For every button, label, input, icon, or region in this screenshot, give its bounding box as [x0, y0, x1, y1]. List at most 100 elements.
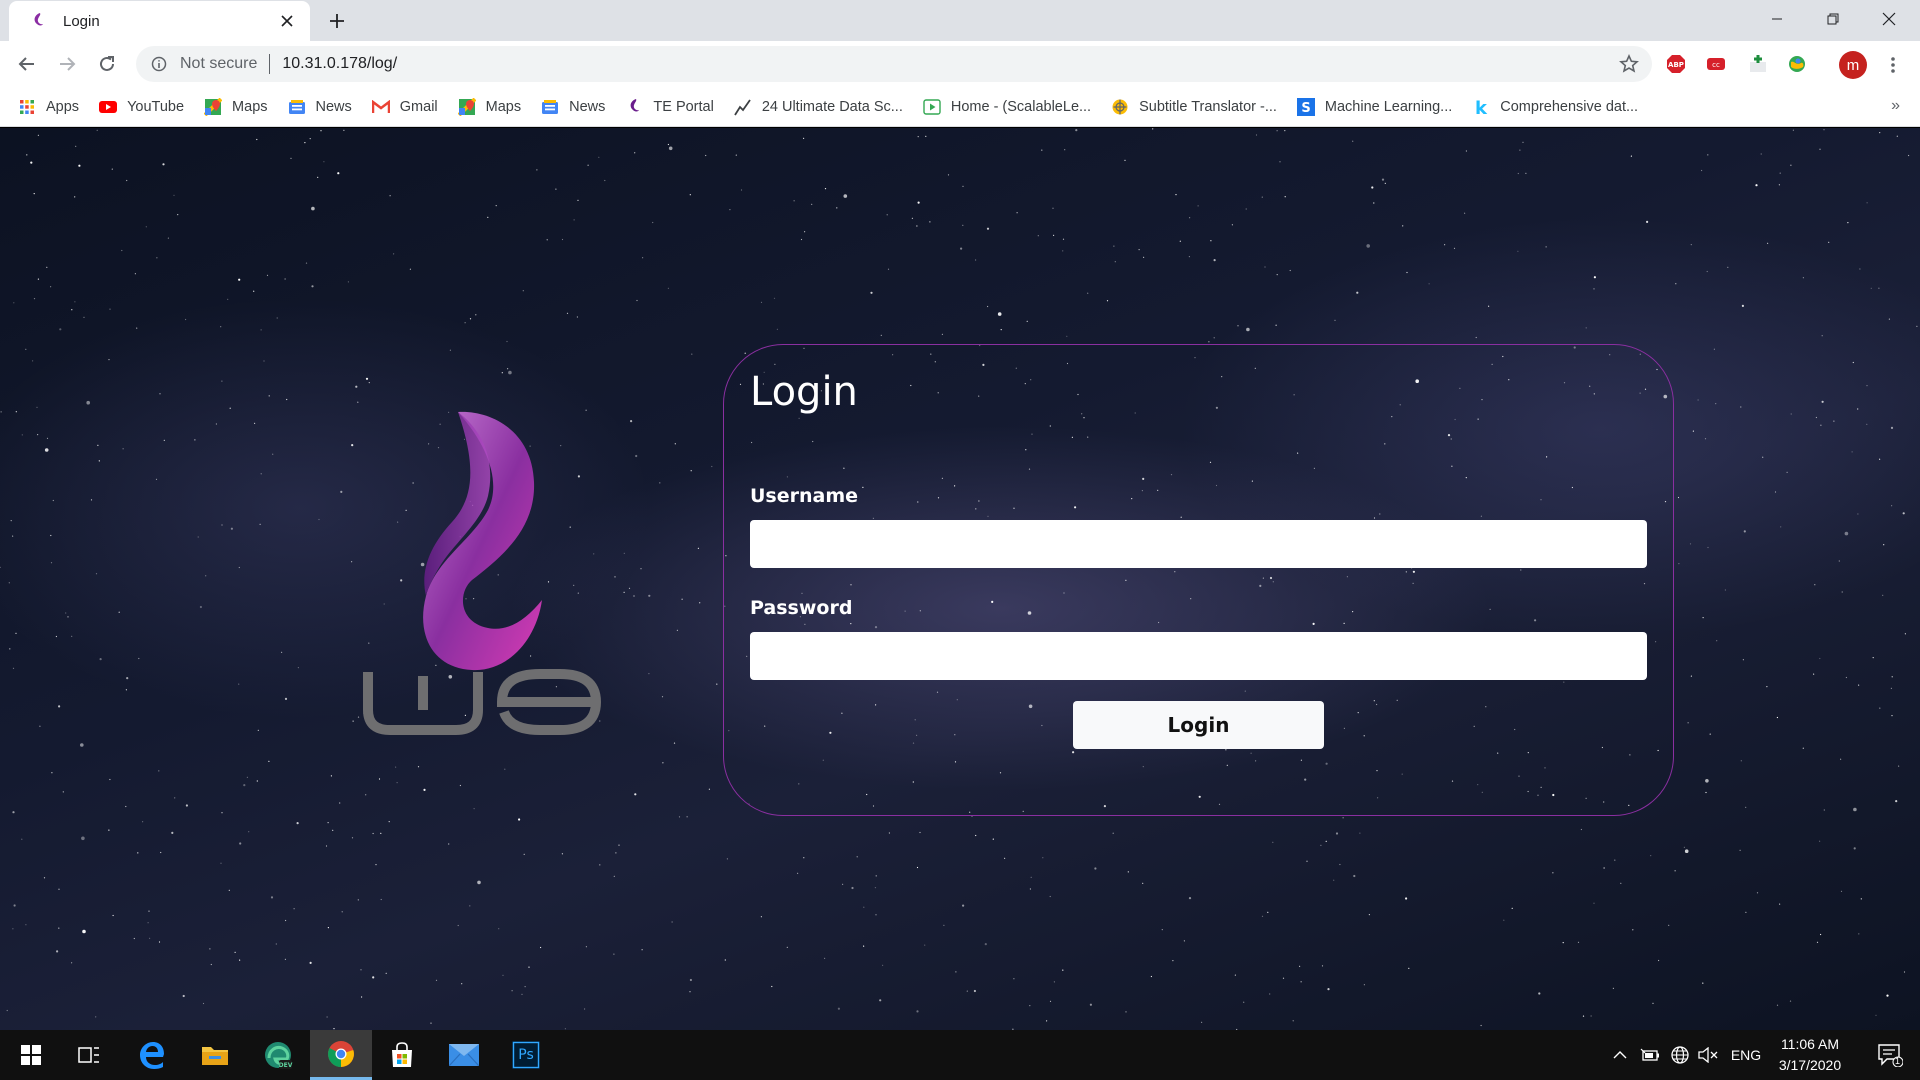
username-label: Username [750, 485, 859, 507]
edge-legacy-icon[interactable] [121, 1030, 183, 1080]
bookmark-label: Home - (ScalableLe... [950, 98, 1092, 115]
bookmark-comprehensive[interactable]: k Comprehensive dat... [1472, 98, 1638, 116]
notification-count: 1 [1895, 1056, 1901, 1066]
closed-captions-extension-icon[interactable]: cc [1705, 53, 1727, 75]
bookmark-apps[interactable]: Apps [18, 98, 79, 116]
bookmark-label: Gmail [399, 98, 438, 115]
address-divider [269, 54, 271, 74]
bookmark-label: Apps [46, 98, 80, 115]
chrome-icon[interactable] [310, 1030, 372, 1080]
plus-extension-icon[interactable] [1747, 53, 1769, 75]
reload-icon[interactable] [91, 48, 123, 80]
mail-icon[interactable] [433, 1030, 495, 1080]
new-tab-button[interactable] [322, 6, 352, 36]
te-portal-icon [625, 98, 643, 116]
maps-icon [457, 97, 476, 116]
store-icon[interactable] [371, 1030, 433, 1080]
back-arrow-icon[interactable] [11, 48, 43, 80]
bookmark-star-icon[interactable] [1618, 53, 1640, 75]
s-icon: S [1296, 97, 1315, 116]
bookmark-data-science[interactable]: 24 Ultimate Data Sc... [734, 98, 903, 116]
svg-text:k: k [1475, 98, 1488, 116]
bookmark-label: Maps [232, 98, 268, 115]
restore-icon[interactable] [1810, 0, 1856, 38]
bookmark-label: Subtitle Translator -... [1139, 98, 1277, 115]
we-logo [360, 410, 610, 750]
bookmark-label: Machine Learning... [1324, 98, 1453, 115]
minimize-icon[interactable] [1754, 0, 1800, 38]
clock[interactable]: 11:06 AM 3/17/2020 [1760, 1034, 1860, 1076]
bookmark-maps-2[interactable]: Maps [457, 97, 522, 116]
file-explorer-icon[interactable] [184, 1030, 246, 1080]
tab-strip: Login [0, 0, 1920, 41]
photoshop-label: Ps [518, 1047, 534, 1063]
security-label: Not secure [180, 55, 258, 72]
globe-extension-icon[interactable] [1786, 53, 1808, 75]
bookmarks-bar: Apps YouTube Maps News Gmail Maps News T… [0, 87, 1920, 127]
bookmark-label: Comprehensive dat... [1500, 98, 1639, 115]
bookmark-news-2[interactable]: News [541, 98, 605, 116]
svg-text:ABP: ABP [1668, 61, 1684, 69]
bookmark-label: YouTube [127, 98, 185, 115]
more-bookmarks-icon[interactable]: » [1891, 97, 1900, 115]
login-card: Login Username Password Login [723, 344, 1674, 816]
clock-time: 11:06 AM [1780, 1036, 1840, 1052]
network-globe-icon[interactable] [1668, 1030, 1692, 1080]
windows-start-icon[interactable] [0, 1030, 62, 1080]
login-button[interactable]: Login [1073, 701, 1324, 749]
page-content: Login Username Password Login [0, 128, 1920, 1030]
photoshop-icon[interactable]: Ps [495, 1030, 557, 1080]
bookmark-gmail[interactable]: Gmail [371, 98, 438, 116]
bookmark-label: News [569, 98, 606, 115]
svg-text:DEV: DEV [279, 1062, 293, 1069]
bookmark-label: TE Portal [653, 98, 714, 115]
bookmark-label: News [315, 98, 352, 115]
address-bar[interactable]: Not secure 10.31.0.178/log/ [136, 46, 1652, 82]
bookmark-youtube[interactable]: YouTube [99, 98, 184, 116]
bookmark-subtitle-translator[interactable]: Subtitle Translator -... [1111, 98, 1277, 116]
play-icon [923, 98, 941, 116]
apps-grid-icon [18, 98, 36, 116]
we-favicon-icon [29, 12, 47, 30]
tab-title: Login [63, 12, 100, 30]
bookmark-news[interactable]: News [288, 98, 352, 116]
bookmark-maps[interactable]: Maps [204, 97, 268, 116]
close-tab-icon[interactable] [276, 10, 298, 32]
youtube-icon [99, 98, 118, 116]
bookmark-scalable[interactable]: Home - (ScalableLe... [923, 98, 1091, 116]
info-icon[interactable] [150, 55, 168, 73]
svg-text:cc: cc [1712, 61, 1720, 69]
bookmark-label: 24 Ultimate Data Sc... [761, 98, 903, 115]
maps-icon [204, 97, 223, 116]
adblock-plus-icon[interactable]: ABP [1665, 53, 1687, 75]
bookmark-te-portal[interactable]: TE Portal [625, 98, 714, 116]
news-icon [541, 98, 559, 116]
username-input[interactable] [750, 520, 1647, 568]
login-title: Login [750, 369, 858, 415]
bookmark-machine-learning[interactable]: S Machine Learning... [1296, 97, 1453, 116]
close-window-icon[interactable] [1866, 0, 1912, 38]
password-label: Password [750, 597, 853, 619]
gmail-icon [371, 98, 390, 116]
volume-muted-icon[interactable] [1696, 1030, 1720, 1080]
chart-line-icon [734, 98, 752, 116]
tab-login[interactable]: Login [9, 1, 310, 41]
browser-toolbar: Not secure 10.31.0.178/log/ ABP cc m [0, 41, 1920, 87]
password-input[interactable] [750, 632, 1647, 680]
k-icon: k [1472, 98, 1490, 116]
bookmark-label: Maps [485, 98, 522, 115]
show-hidden-icons-chevron-up-icon[interactable] [1608, 1030, 1632, 1080]
task-view-icon[interactable] [58, 1030, 120, 1080]
url-text[interactable]: 10.31.0.178/log/ [282, 55, 397, 73]
forward-arrow-icon[interactable] [51, 48, 83, 80]
battery-icon[interactable] [1638, 1030, 1662, 1080]
windows-taskbar: DEV Ps ENG 11:06 AM 3/17/2020 1 [0, 1030, 1920, 1080]
translator-icon [1111, 98, 1129, 116]
browser-menu-icon[interactable] [1882, 51, 1904, 79]
edge-dev-icon[interactable]: DEV [247, 1030, 309, 1080]
news-icon [288, 98, 306, 116]
profile-avatar[interactable]: m [1839, 51, 1867, 79]
we-logo-letters [363, 669, 602, 735]
action-center-icon[interactable]: 1 [1866, 1030, 1914, 1080]
clock-date: 3/17/2020 [1778, 1057, 1842, 1073]
